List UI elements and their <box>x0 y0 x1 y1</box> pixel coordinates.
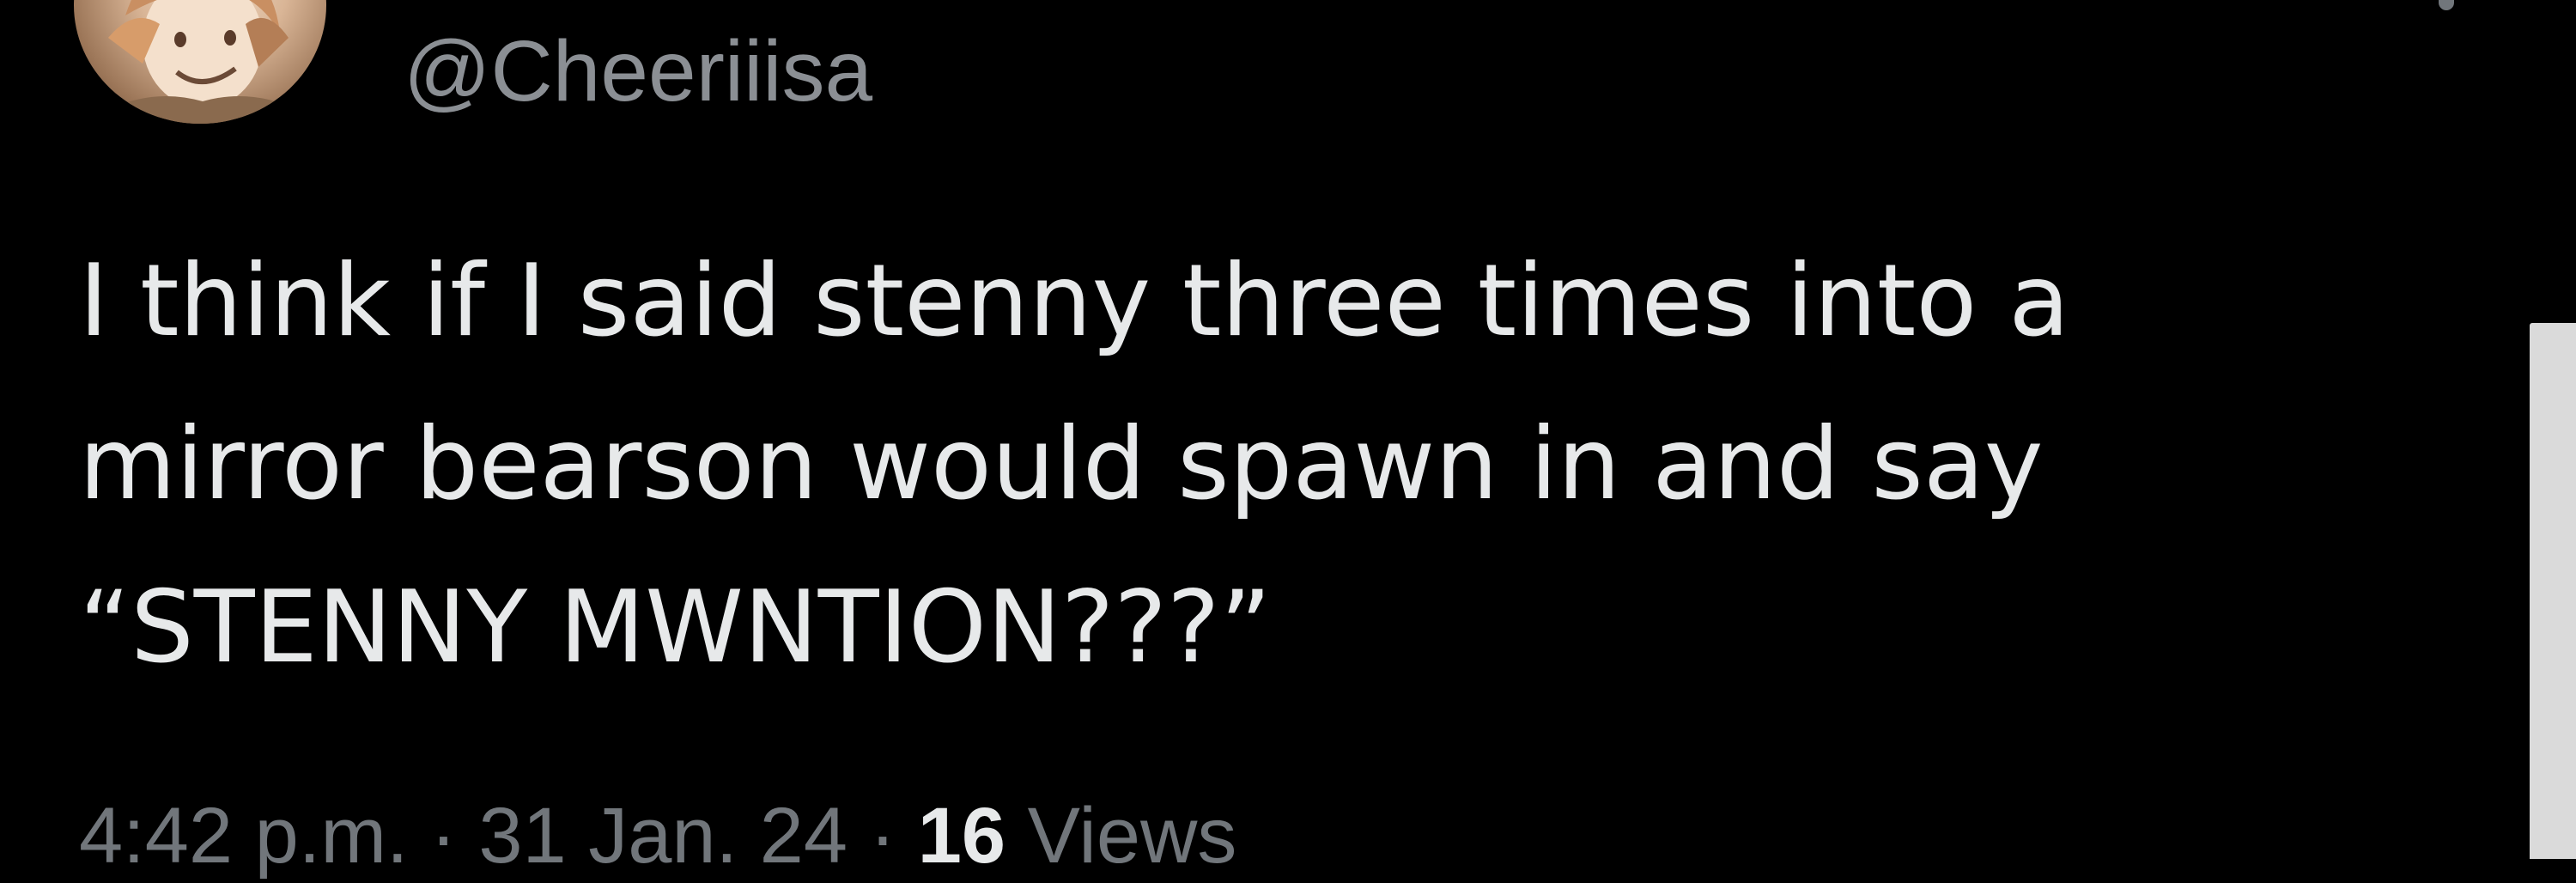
tweet-date[interactable]: 31 Jan. 24 <box>478 792 848 880</box>
views-count: 16 <box>917 792 1006 880</box>
tweet-text: I think if I said stenny three times int… <box>79 220 2466 709</box>
tweet-text-line: “STENNY MWNTION???” <box>79 569 1272 685</box>
tweet-time[interactable]: 4:42 p.m. <box>79 792 409 880</box>
tweet-text-line: I think if I said stenny three times int… <box>79 243 2070 359</box>
scrollbar-thumb[interactable] <box>2530 323 2576 859</box>
tweet-metadata: 4:42 p.m. · 31 Jan. 24 · 16 Views <box>79 789 1236 883</box>
avatar[interactable] <box>74 0 326 124</box>
meta-separator: · <box>430 792 457 880</box>
tweet-text-line: mirror bearson would spawn in and say <box>79 406 2044 522</box>
avatar-image <box>82 0 323 124</box>
views-label: Views <box>1027 792 1237 880</box>
user-handle[interactable]: @Cheeriiisa <box>404 24 872 119</box>
meta-separator: · <box>869 792 896 880</box>
more-options-icon[interactable] <box>2439 0 2454 10</box>
